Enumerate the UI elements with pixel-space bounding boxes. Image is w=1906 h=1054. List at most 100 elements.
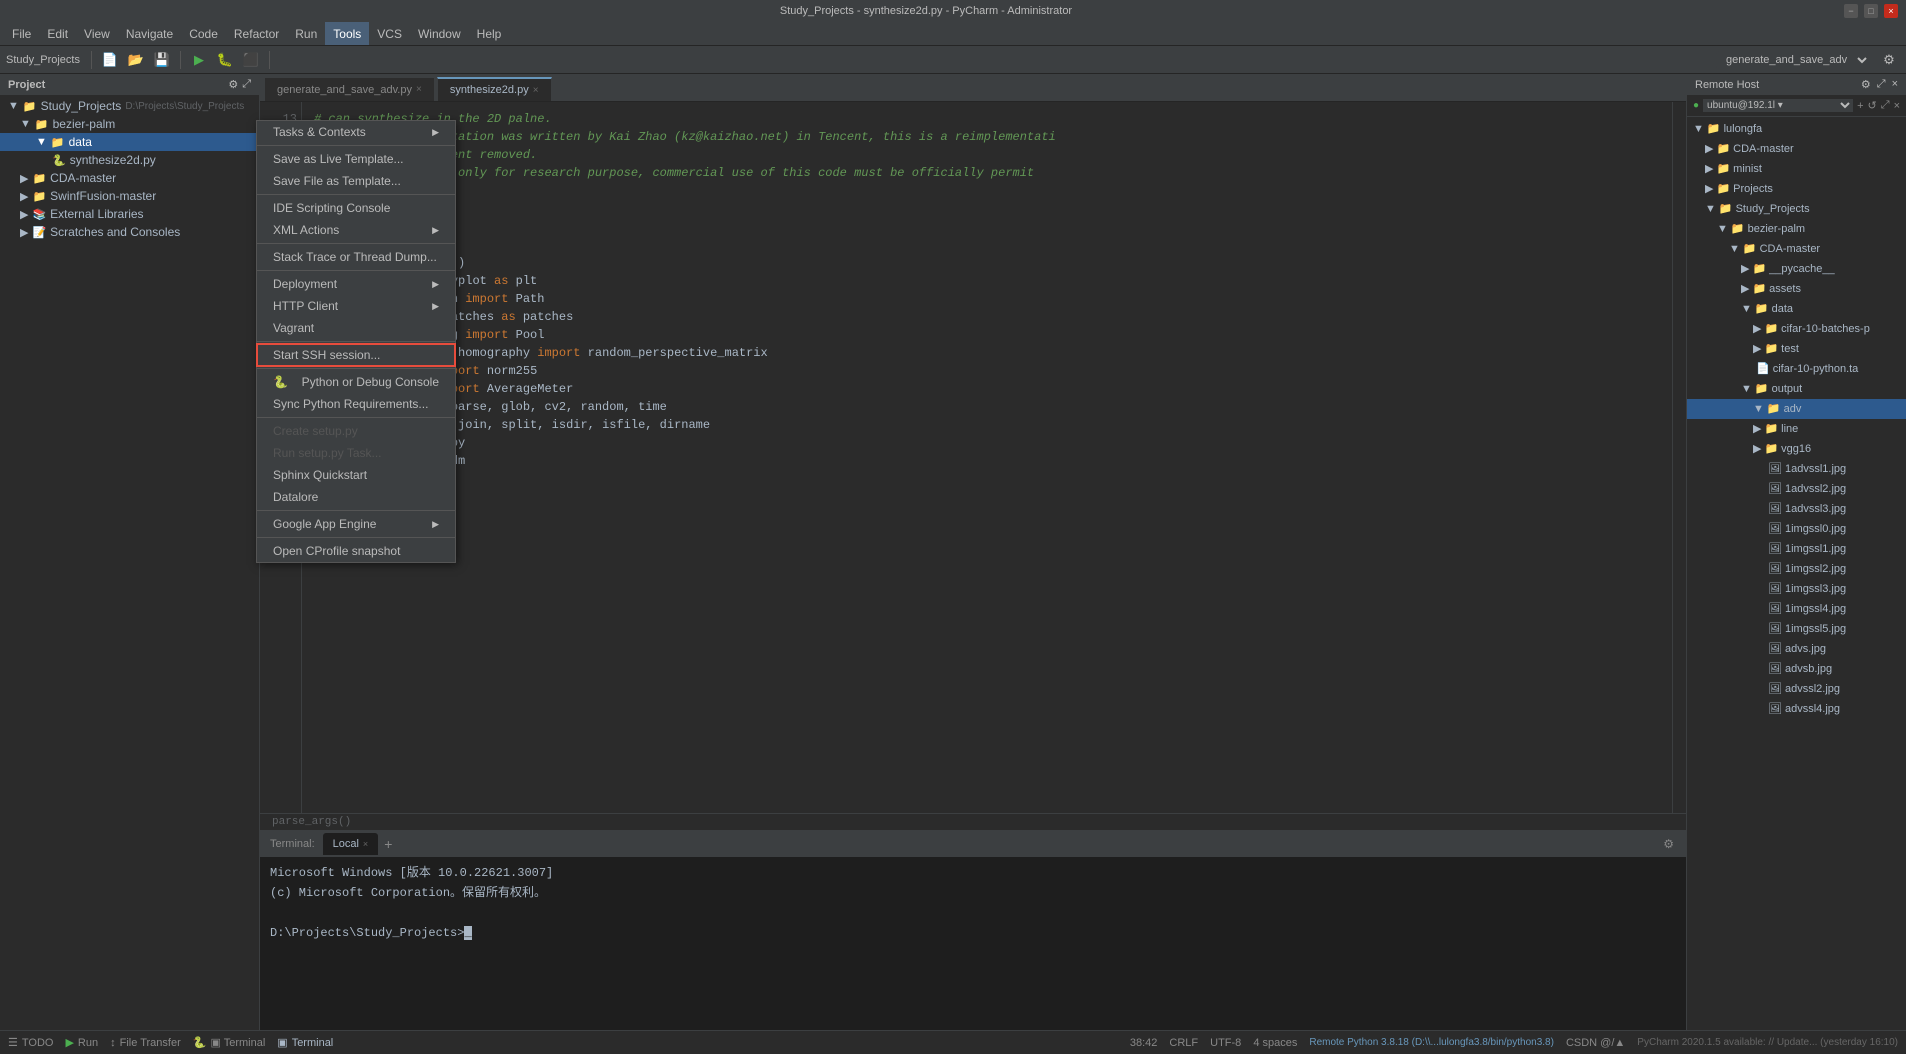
remote-item-projects[interactable]: ▶📁Projects [1687, 179, 1906, 199]
minimize-button[interactable]: − [1844, 4, 1858, 18]
connection-expand2-icon[interactable]: ⤢ [1881, 99, 1890, 112]
terminal-tab-close[interactable]: × [363, 839, 368, 849]
menu-item-refactor[interactable]: Refactor [226, 22, 287, 45]
remote-item-1imgssl3[interactable]: 🖼1imgssl3.jpg [1687, 579, 1906, 599]
dd-item-start-ssh[interactable]: Start SSH session... [257, 344, 455, 366]
connection-close2-icon[interactable]: × [1894, 100, 1900, 112]
sidebar-expand-icon[interactable]: ⤢ [242, 78, 251, 91]
settings-button[interactable]: ⚙ [1878, 49, 1900, 71]
remote-item-pycache[interactable]: ▶📁__pycache__ [1687, 259, 1906, 279]
status-crlf[interactable]: CRLF [1169, 1037, 1198, 1049]
sidebar-settings-icon[interactable]: ⚙ [228, 78, 238, 91]
tool-run[interactable]: ▶ Run [65, 1036, 98, 1049]
remote-item-1advssl3[interactable]: 🖼1advssl3.jpg [1687, 499, 1906, 519]
stop-button[interactable]: ⬛ [240, 49, 262, 71]
sidebar-item-bezier-palm[interactable]: ▼ 📁 bezier-palm [0, 115, 259, 133]
sidebar-item-swinffusion[interactable]: ▶ 📁 SwinfFusion-master [0, 187, 259, 205]
dd-item-deployment[interactable]: Deployment ▶ [257, 273, 455, 295]
dd-item-google-app[interactable]: Google App Engine ▶ [257, 513, 455, 535]
remote-item-vgg16[interactable]: ▶📁vgg16 [1687, 439, 1906, 459]
run-button[interactable]: ▶ [188, 49, 210, 71]
remote-item-cda-r[interactable]: ▼📁CDA-master [1687, 239, 1906, 259]
remote-item-1advssl2[interactable]: 🖼1advssl2.jpg [1687, 479, 1906, 499]
dd-item-sphinx[interactable]: Sphinx Quickstart [257, 464, 455, 486]
debug-button[interactable]: 🐛 [214, 49, 236, 71]
remote-item-cda[interactable]: ▶📁CDA-master [1687, 139, 1906, 159]
terminal-settings-icon[interactable]: ⚙ [1663, 837, 1674, 851]
tool-todo[interactable]: ☰ TODO [8, 1036, 53, 1049]
remote-item-study-projects[interactable]: ▼📁Study_Projects [1687, 199, 1906, 219]
remote-item-test[interactable]: ▶📁test [1687, 339, 1906, 359]
remote-item-advs[interactable]: 🖼advs.jpg [1687, 639, 1906, 659]
tab-close-generate[interactable]: × [416, 84, 422, 95]
menu-item-vcs[interactable]: VCS [369, 22, 410, 45]
run-config-selector[interactable]: generate_and_save_adv [1716, 51, 1870, 69]
tab-close-synthesize[interactable]: × [533, 85, 539, 96]
menu-item-window[interactable]: Window [410, 22, 469, 45]
remote-item-data-r[interactable]: ▼📁data [1687, 299, 1906, 319]
remote-item-advsb[interactable]: 🖼advsb.jpg [1687, 659, 1906, 679]
close-button[interactable]: × [1884, 4, 1898, 18]
dd-item-xml-actions[interactable]: XML Actions ▶ [257, 219, 455, 241]
menu-item-navigate[interactable]: Navigate [118, 22, 181, 45]
tool-terminal[interactable]: ▣ Terminal [277, 1036, 333, 1049]
dd-item-save-file[interactable]: Save File as Template... [257, 170, 455, 192]
terminal-tab-local[interactable]: Local × [323, 833, 379, 855]
remote-host-close-icon[interactable]: × [1892, 78, 1898, 91]
dd-item-python-debug[interactable]: 🐍 Python or Debug Console [257, 371, 455, 393]
remote-item-bezier-palm[interactable]: ▼📁bezier-palm [1687, 219, 1906, 239]
remote-item-1imgssl2[interactable]: 🖼1imgssl2.jpg [1687, 559, 1906, 579]
dd-item-tasks[interactable]: Tasks & Contexts ▶ [257, 121, 455, 143]
new-file-button[interactable]: 📄 [99, 49, 121, 71]
dd-item-sync-python[interactable]: Sync Python Requirements... [257, 393, 455, 415]
menu-item-run[interactable]: Run [287, 22, 325, 45]
remote-item-1advssl1[interactable]: 🖼1advssl1.jpg [1687, 459, 1906, 479]
status-csdn[interactable]: CSDN @/▲ [1566, 1037, 1625, 1049]
sidebar-item-data[interactable]: ▼ 📁 data [0, 133, 259, 151]
sidebar-item-study-projects[interactable]: ▼ 📁 Study_Projects D:\Projects\Study_Pro… [0, 97, 259, 115]
tab-generate-save-adv[interactable]: generate_and_save_adv.py × [264, 77, 435, 101]
menu-item-code[interactable]: Code [181, 22, 226, 45]
menu-item-tools[interactable]: Tools [325, 22, 369, 45]
menu-item-view[interactable]: View [76, 22, 118, 45]
status-encoding[interactable]: UTF-8 [1210, 1037, 1241, 1049]
remote-item-adv[interactable]: ▼📁adv [1687, 399, 1906, 419]
remote-item-1imgssl5[interactable]: 🖼1imgssl5.jpg [1687, 619, 1906, 639]
sidebar-header[interactable]: Project ⚙ ⤢ [0, 74, 259, 95]
dd-item-ide-scripting[interactable]: IDE Scripting Console [257, 197, 455, 219]
dd-item-cprofile[interactable]: Open CProfile snapshot [257, 540, 455, 562]
remote-host-expand-icon[interactable]: ⤢ [1877, 78, 1886, 91]
remote-item-lulongfa[interactable]: ▼📁lulongfa [1687, 119, 1906, 139]
remote-item-1imgssl1[interactable]: 🖼1imgssl1.jpg [1687, 539, 1906, 559]
remote-host-settings-icon[interactable]: ⚙ [1861, 78, 1871, 91]
menu-item-file[interactable]: File [4, 22, 39, 45]
save-button[interactable]: 💾 [151, 49, 173, 71]
remote-item-line[interactable]: ▶📁line [1687, 419, 1906, 439]
maximize-button[interactable]: □ [1864, 4, 1878, 18]
sidebar-item-external-libs[interactable]: ▶ 📚 External Libraries [0, 205, 259, 223]
terminal-add-button[interactable]: + [380, 836, 396, 852]
remote-item-advssl4[interactable]: 🖼advssl4.jpg [1687, 699, 1906, 719]
terminal-content[interactable]: Microsoft Windows [版本 10.0.22621.3007] (… [260, 857, 1686, 1030]
dd-item-vagrant[interactable]: Vagrant [257, 317, 455, 339]
connection-add-icon[interactable]: + [1857, 100, 1863, 112]
menu-item-edit[interactable]: Edit [39, 22, 76, 45]
remote-item-advssl2[interactable]: 🖼advssl2.jpg [1687, 679, 1906, 699]
status-indent[interactable]: 4 spaces [1253, 1037, 1297, 1049]
remote-item-1imgssl0[interactable]: 🖼1imgssl0.jpg [1687, 519, 1906, 539]
remote-item-output[interactable]: ▼📁output [1687, 379, 1906, 399]
remote-item-assets[interactable]: ▶📁assets [1687, 279, 1906, 299]
tool-file-transfer[interactable]: ↕ File Transfer [110, 1037, 181, 1049]
dd-item-http-client[interactable]: HTTP Client ▶ [257, 295, 455, 317]
dd-item-stack-trace[interactable]: Stack Trace or Thread Dump... [257, 246, 455, 268]
status-line-col[interactable]: 38:42 [1130, 1037, 1158, 1049]
tool-python-console[interactable]: 🐍 ▣ Terminal [193, 1036, 266, 1049]
connection-selector[interactable]: ubuntu@192.1l ▾ [1703, 99, 1853, 112]
tab-synthesize2d[interactable]: synthesize2d.py × [437, 77, 552, 101]
remote-item-1imgssl4[interactable]: 🖼1imgssl4.jpg [1687, 599, 1906, 619]
remote-item-minist[interactable]: ▶📁minist [1687, 159, 1906, 179]
sidebar-item-scratches[interactable]: ▶ 📝 Scratches and Consoles [0, 223, 259, 241]
dd-item-save-live[interactable]: Save as Live Template... [257, 148, 455, 170]
sidebar-item-cda-master[interactable]: ▶ 📁 CDA-master [0, 169, 259, 187]
dd-item-datalore[interactable]: Datalore [257, 486, 455, 508]
